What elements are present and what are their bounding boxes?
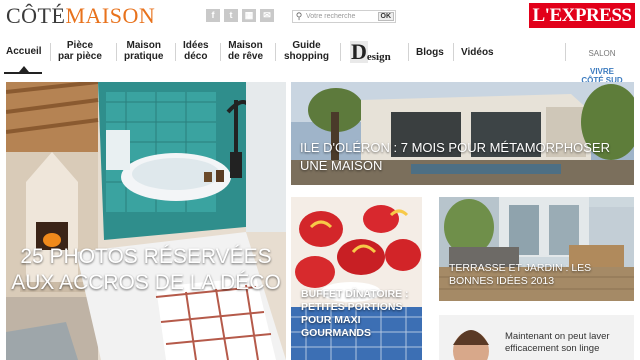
nav-item-piece-par-piece[interactable]: Pièce par pièce bbox=[58, 40, 102, 62]
tile-caption: TERRASSE ET JARDIN : LES BONNES IDÉES 20… bbox=[449, 262, 592, 287]
nav-divider bbox=[565, 43, 566, 61]
promo-text: Maintenant on peut laver efficacement so… bbox=[505, 331, 610, 354]
feature-tile-photos[interactable]: 25 PHOTOS RÉSERVÉES AUX ACCROS DE LA DÉC… bbox=[6, 82, 286, 360]
search-ok-button[interactable]: OK bbox=[377, 12, 394, 21]
nav-item-maison-pratique[interactable]: Maison pratique bbox=[124, 40, 163, 62]
active-indicator-bar bbox=[4, 72, 42, 74]
nav-item-guide-shopping[interactable]: Guide shopping bbox=[284, 40, 329, 62]
nav-divider bbox=[175, 43, 176, 61]
site-header: CÔTÉMAISON f t ▦ ✉ ⚲ OK L'EXPRESS bbox=[0, 0, 640, 34]
nav-item-maison-de-reve[interactable]: Maison de rêve bbox=[228, 40, 263, 62]
logo-part-cote: CÔTÉ bbox=[6, 3, 66, 28]
design-initial: D bbox=[350, 39, 368, 64]
nav-item-design[interactable]: Design bbox=[350, 41, 391, 63]
tile-caption: BUFFET DÎNATOIRE : PETITES PORTIONS POUR… bbox=[301, 288, 409, 339]
tile-caption: ILE D'OLÉRON : 7 MOIS POUR MÉTAMORPHOSER… bbox=[300, 140, 610, 173]
nav-divider bbox=[453, 43, 454, 61]
search-box: ⚲ OK bbox=[292, 10, 396, 23]
logo-part-maison: MAISON bbox=[65, 3, 156, 28]
search-input[interactable] bbox=[305, 11, 377, 22]
tile-caption: 25 PHOTOS RÉSERVÉES AUX ACCROS DE LA DÉC… bbox=[11, 245, 281, 294]
feature-tile-oleron[interactable]: ILE D'OLÉRON : 7 MOIS POUR MÉTAMORPHOSER… bbox=[291, 82, 634, 185]
mail-icon[interactable]: ✉ bbox=[260, 9, 274, 22]
design-label: esign bbox=[366, 51, 391, 63]
salon-label: SALON bbox=[588, 49, 616, 58]
nav-item-accueil[interactable]: Accueil bbox=[6, 46, 42, 57]
site-logo[interactable]: CÔTÉMAISON bbox=[6, 3, 155, 29]
rss-icon[interactable]: ▦ bbox=[242, 9, 256, 22]
interior-photo-collage bbox=[6, 82, 286, 360]
nav-divider bbox=[50, 43, 51, 61]
twitter-icon[interactable]: t bbox=[224, 9, 238, 22]
main-nav: Accueil Pièce par pièce Maison pratique … bbox=[0, 37, 640, 85]
nav-divider bbox=[116, 43, 117, 61]
feature-tile-buffet[interactable]: BUFFET DÎNATOIRE : PETITES PORTIONS POUR… bbox=[291, 197, 422, 360]
feature-tile-terrasse[interactable]: TERRASSE ET JARDIN : LES BONNES IDÉES 20… bbox=[439, 197, 634, 301]
lexpress-logo[interactable]: L'EXPRESS bbox=[529, 3, 635, 28]
nav-divider bbox=[275, 43, 276, 61]
nav-divider bbox=[408, 43, 409, 61]
social-links: f t ▦ ✉ bbox=[206, 9, 274, 22]
search-icon: ⚲ bbox=[295, 11, 303, 21]
facebook-icon[interactable]: f bbox=[206, 9, 220, 22]
promo-tile-linge[interactable]: Maintenant on peut laver efficacement so… bbox=[439, 315, 634, 360]
nav-item-idees-deco[interactable]: Idées déco bbox=[183, 40, 209, 62]
nav-item-blogs[interactable]: Blogs bbox=[416, 47, 444, 58]
nav-divider bbox=[220, 43, 221, 61]
nav-item-videos[interactable]: Vidéos bbox=[461, 47, 494, 58]
nav-divider bbox=[340, 43, 341, 61]
